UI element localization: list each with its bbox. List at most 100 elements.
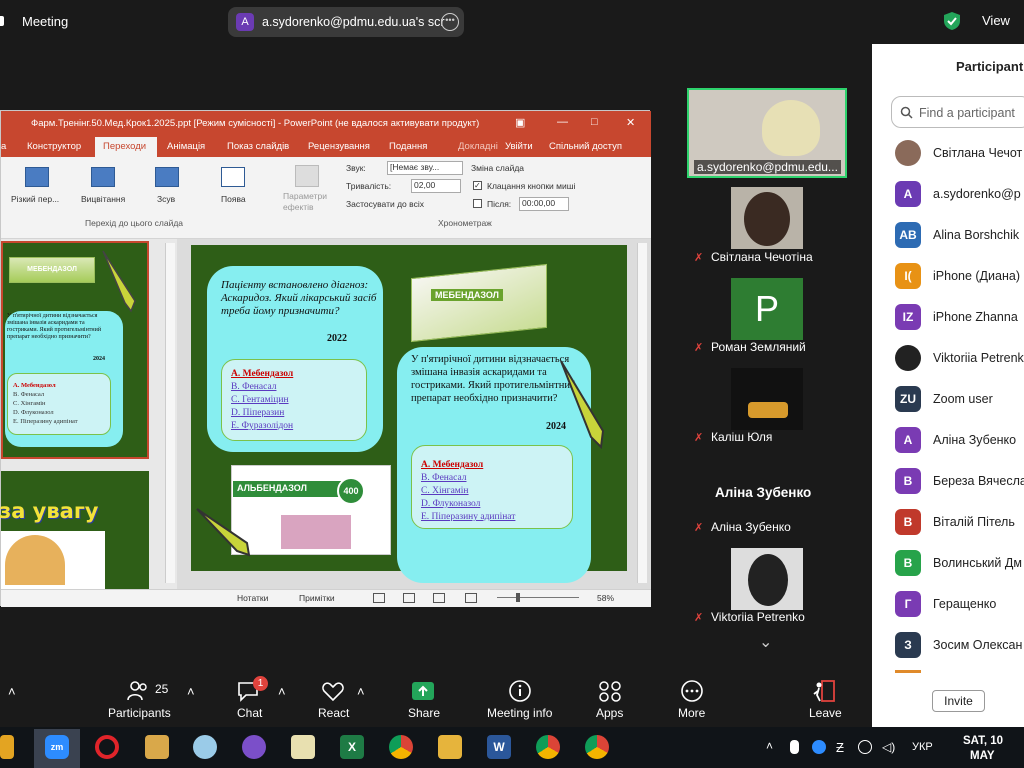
chevron-up-icon[interactable]: ˄ (357, 684, 365, 699)
participant-name: Роман Земляний (711, 340, 806, 354)
close-icon[interactable]: ✕ (626, 116, 635, 129)
clock-date[interactable]: SAT, 10 (963, 735, 1003, 747)
more-icon[interactable] (680, 680, 704, 702)
share-link[interactable]: Спільний доступ (549, 141, 622, 152)
after-input[interactable]: 00:00,00 (519, 197, 569, 211)
on-click-checkbox[interactable]: ✓ (473, 181, 482, 190)
chrome-icon[interactable] (536, 735, 560, 759)
chevron-up-icon[interactable]: ˄ (766, 739, 773, 753)
tab-file[interactable]: а (1, 141, 6, 152)
chevron-up-icon[interactable]: ˄ (8, 684, 16, 699)
invite-button[interactable]: Invite (932, 690, 985, 712)
sorter-view-icon[interactable] (403, 593, 415, 603)
restore-icon[interactable]: ▣ (515, 116, 525, 129)
transition-fade-icon[interactable] (91, 167, 115, 187)
thumb-option: C. Хінгамін (13, 400, 46, 407)
app-icon[interactable] (0, 735, 14, 759)
slideshow-view-icon[interactable] (465, 593, 477, 603)
reading-view-icon[interactable] (433, 593, 445, 603)
thumb-scrollbar[interactable] (165, 243, 175, 583)
chevron-down-icon[interactable]: ⌄ (759, 632, 772, 652)
notes-button[interactable]: Нотатки (237, 593, 268, 603)
apps-icon[interactable] (598, 680, 622, 702)
react-button[interactable]: React (318, 706, 349, 720)
maximize-icon[interactable]: □ (591, 116, 598, 128)
clock-month[interactable]: MAY (970, 750, 995, 762)
transition-appear-icon[interactable] (221, 167, 245, 187)
pencil-icon (196, 508, 251, 557)
word-icon[interactable]: W (487, 735, 511, 759)
option-c: C. Хінгамін (421, 486, 469, 496)
participants-button[interactable]: Participants (108, 706, 171, 720)
view-menu[interactable]: View (982, 13, 1010, 28)
pencil-icon (102, 250, 136, 313)
more-button[interactable]: More (678, 706, 705, 720)
effect-options-label[interactable]: Параметри ефектів (283, 191, 335, 213)
zoom-slider[interactable] (497, 597, 579, 598)
participant-avatar: A (895, 181, 921, 207)
chrome-icon[interactable] (585, 735, 609, 759)
sound-select[interactable]: [Немає зву... (387, 161, 463, 175)
tab-tellme[interactable]: Докладні (458, 141, 498, 152)
leave-icon[interactable] (812, 680, 836, 702)
viber-icon[interactable] (242, 735, 266, 759)
info-icon[interactable] (508, 680, 532, 702)
tab-transitions[interactable]: Переходи (103, 141, 146, 152)
normal-view-icon[interactable] (373, 593, 385, 603)
paint-icon[interactable] (193, 735, 217, 759)
tab-animations[interactable]: Анімація (167, 141, 205, 152)
options-2022: A. Мебендазол B. Фенасал C. Гентаміцин D… (231, 368, 293, 433)
microphone-icon[interactable] (790, 740, 799, 754)
transition-push-icon[interactable] (155, 167, 179, 187)
option-b: B. Фенасал (231, 382, 277, 392)
participants-icon[interactable] (126, 680, 150, 702)
chat-button[interactable]: Chat (237, 706, 262, 720)
participant-name: Береза Вячесла (933, 474, 1024, 488)
apply-all-button[interactable]: Застосувати до всіх (346, 199, 424, 209)
signin-link[interactable]: Увійти (505, 141, 533, 152)
transition-cut-icon[interactable] (25, 167, 49, 187)
tab-design[interactable]: Конструктор (27, 141, 81, 152)
share-button[interactable]: Share (408, 706, 440, 720)
react-icon[interactable] (321, 680, 345, 702)
help-icon[interactable] (858, 740, 872, 754)
participant-name: Viktoriia Petrenk (933, 351, 1024, 365)
volume-icon[interactable]: ◁) (882, 740, 895, 754)
excel-icon[interactable]: X (340, 735, 364, 759)
more-options-icon[interactable]: ••• (441, 13, 459, 31)
share-screen-icon[interactable] (411, 680, 435, 702)
leave-button[interactable]: Leave (809, 706, 842, 720)
edge-icon[interactable] (812, 740, 826, 754)
folder-icon[interactable] (438, 735, 462, 759)
zoom-slider-thumb[interactable] (516, 593, 520, 602)
participant-video-face (748, 554, 788, 606)
comments-button[interactable]: Примітки (299, 593, 335, 603)
shield-icon[interactable] (944, 12, 960, 30)
zoom-level[interactable]: 58% (597, 593, 614, 603)
photos-icon[interactable] (145, 735, 169, 759)
tab-view[interactable]: Подання (389, 141, 427, 152)
mail-icon[interactable] (291, 735, 315, 759)
participant-big-name: Аліна Зубенко (715, 485, 812, 500)
minimize-icon[interactable]: — (557, 116, 568, 128)
keyboard-language[interactable]: УКР (912, 741, 933, 753)
chevron-up-icon[interactable]: ˄ (278, 684, 286, 699)
options-2024: A. Мебендазол B. Фенасал C. Хінгамін D. … (421, 459, 515, 524)
zoom-icon[interactable]: zm (45, 735, 69, 759)
window-icon (0, 16, 4, 26)
duration-input[interactable]: 02,00 (411, 179, 461, 193)
effect-options-icon[interactable] (295, 165, 319, 187)
canvas-scrollbar[interactable] (637, 243, 647, 583)
apps-button[interactable]: Apps (596, 706, 623, 720)
search-placeholder: Find a participant (919, 106, 1015, 120)
tab-slideshow[interactable]: Показ слайдів (227, 141, 289, 152)
participant-name: Волинський Дм (933, 556, 1022, 570)
tab-review[interactable]: Рецензування (308, 141, 370, 152)
meeting-info-button[interactable]: Meeting info (487, 706, 552, 720)
opera-icon[interactable] (95, 735, 119, 759)
chevron-up-icon[interactable]: ˄ (187, 684, 195, 699)
thumb-thanks-title: за увагу (0, 499, 99, 523)
after-checkbox[interactable] (473, 199, 482, 208)
chrome-icon[interactable] (389, 735, 413, 759)
z-icon[interactable]: Ƶ (836, 740, 844, 755)
